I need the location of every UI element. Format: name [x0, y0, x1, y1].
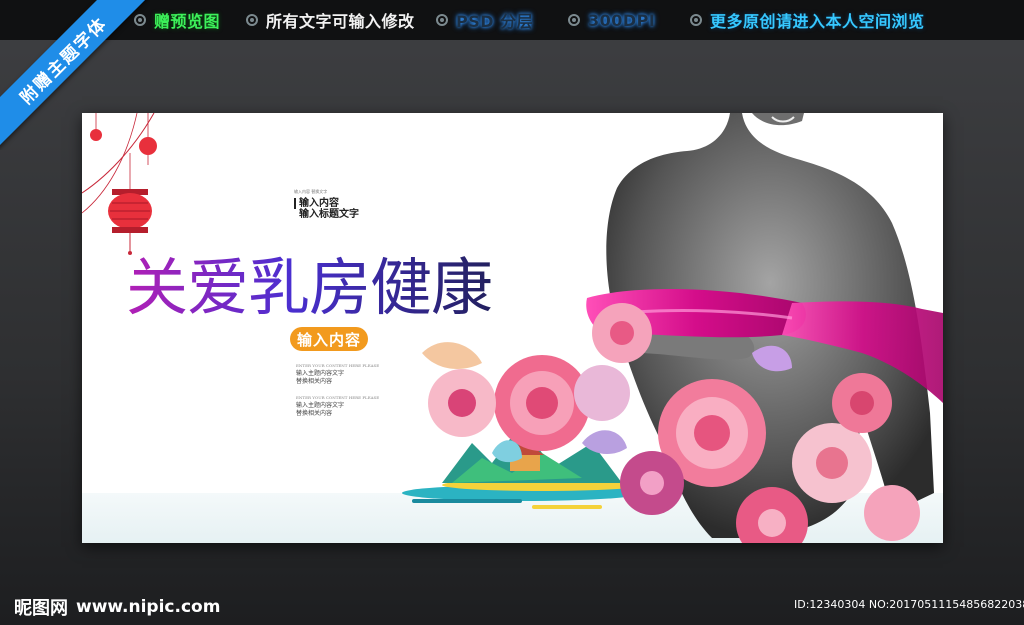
- flower-scene-illustration: [402, 303, 920, 543]
- top-item-editable: 所有文字可输入修改: [246, 8, 415, 32]
- bullet-icon: [568, 14, 580, 26]
- top-banner: 赠预览图 所有文字可输入修改 PSD 分层 300DPI 更多原创请进入本人空间…: [0, 0, 1024, 40]
- bullet-icon: [690, 14, 702, 26]
- content-badge: 输入内容: [290, 327, 368, 351]
- nipic-logo: 昵图网 www.nipic.com: [14, 594, 220, 620]
- paragraph-block-2: ENTER YOUR CONTENT HERE PLEASE 输入主题内容文字 …: [296, 395, 406, 418]
- top-item-label: 赠预览图: [154, 12, 221, 31]
- paragraph-tiny-text: ENTER YOUR CONTENT HERE PLEASE: [296, 363, 380, 368]
- bullet-icon: [246, 14, 258, 26]
- logo-url: www.nipic.com: [76, 597, 221, 617]
- paragraph-line-1: 输入主题内容文字: [296, 402, 345, 409]
- top-item-dpi: 300DPI: [568, 8, 655, 32]
- block-line-2: 输入标题文字: [299, 209, 359, 220]
- top-item-label: 更多原创请进入本人空间浏览: [710, 12, 925, 31]
- logo-chinese: 昵图网: [14, 598, 68, 619]
- rose-cluster-icon: [422, 303, 920, 543]
- title-text-block: 输入内容 替换文字 输入内容 输入标题文字: [294, 189, 394, 220]
- block-line-1: 输入内容: [294, 198, 394, 209]
- paragraph-line-1: 输入主题内容文字: [296, 370, 345, 377]
- image-id-text: ID:12340304 NO:20170511154856822038: [794, 598, 1024, 611]
- top-item-label: PSD 分层: [456, 12, 534, 31]
- top-item-label: 300DPI: [588, 10, 656, 30]
- paragraph-line-2: 替换相关内容: [296, 378, 333, 385]
- top-item-label: 所有文字可输入修改: [266, 12, 415, 31]
- paragraph-tiny-text: ENTER YOUR CONTENT HERE PLEASE: [296, 395, 380, 400]
- bullet-icon: [436, 14, 448, 26]
- top-item-more: 更多原创请进入本人空间浏览: [690, 8, 925, 32]
- block-tiny-text: 输入内容 替换文字: [294, 189, 328, 194]
- poster-preview: 输入内容 替换文字 输入内容 输入标题文字 关爱乳房健康 输入内容 ENTER …: [82, 113, 943, 543]
- paragraph-block-1: ENTER YOUR CONTENT HERE PLEASE 输入主题内容文字 …: [296, 363, 406, 386]
- paragraph-line-2: 替换相关内容: [296, 410, 333, 417]
- top-item-psd: PSD 分层: [436, 8, 533, 32]
